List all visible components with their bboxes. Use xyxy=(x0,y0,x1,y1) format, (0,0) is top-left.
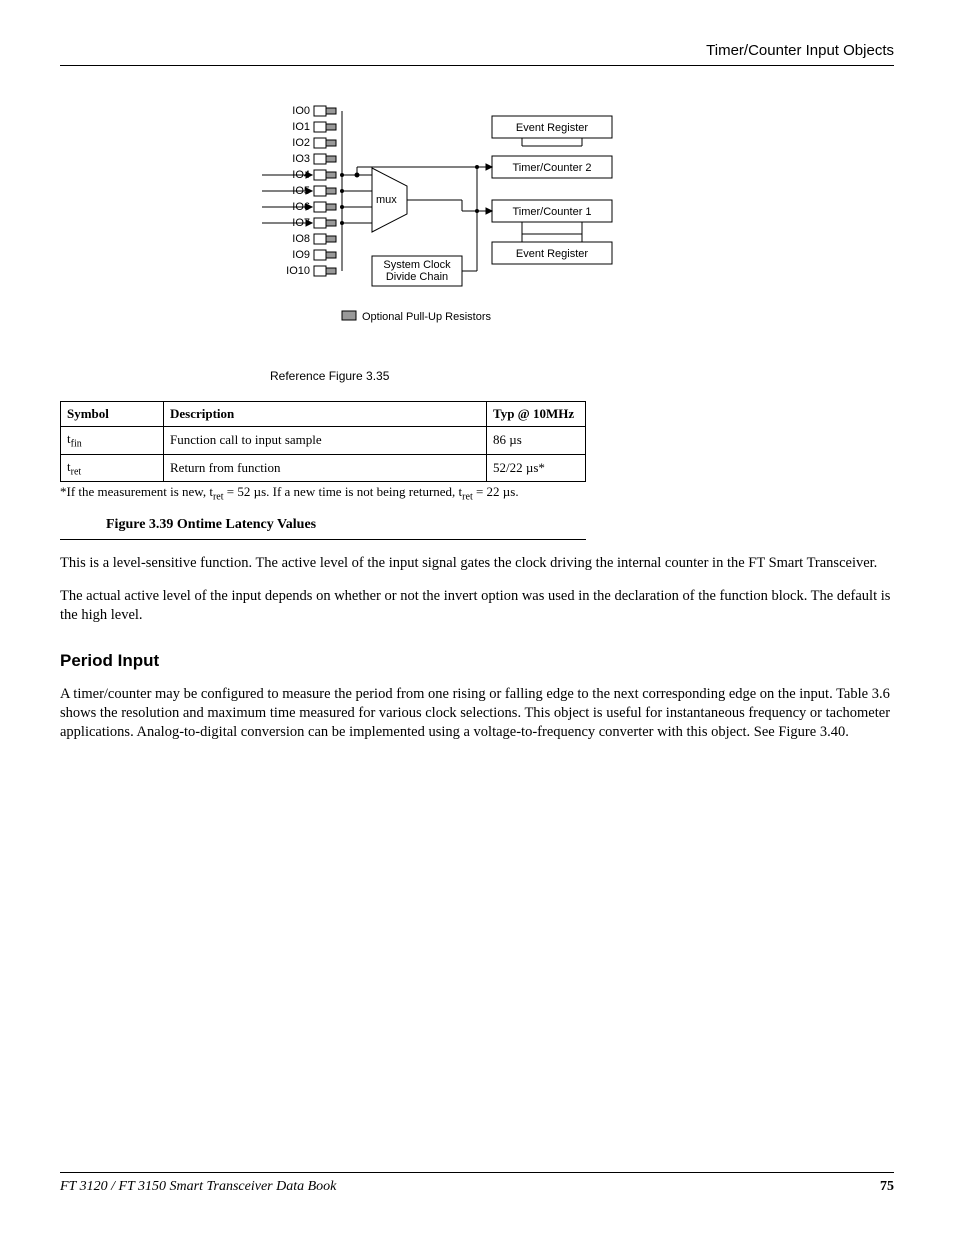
io-label: IO10 xyxy=(286,265,310,277)
cell-typ: 86 µs xyxy=(487,427,586,455)
footnote-sub: ret xyxy=(462,492,473,503)
sym-sub: fin xyxy=(71,439,82,450)
block-label: Timer/Counter 2 xyxy=(512,162,591,174)
io-label: IO0 xyxy=(292,105,310,117)
body-paragraph: A timer/counter may be configured to mea… xyxy=(60,685,894,742)
table-row: tfin Function call to input sample 86 µs xyxy=(61,427,586,455)
table-footnote: *If the measurement is new, tret = 52 µs… xyxy=(60,484,894,503)
block-label: Event Register xyxy=(516,248,588,260)
table-row: tret Return from function 52/22 µs* xyxy=(61,454,586,482)
footnote-sub: ret xyxy=(213,492,224,503)
legend-label: Optional Pull-Up Resistors xyxy=(362,311,491,323)
header-rule xyxy=(60,65,894,66)
body-paragraph: This is a level-sensitive function. The … xyxy=(60,554,894,573)
figure-caption: Figure 3.39 Ontime Latency Values xyxy=(106,517,894,533)
clock-label-line2: Divide Chain xyxy=(386,271,448,283)
footer-page-number: 75 xyxy=(880,1179,894,1195)
footnote-text: = 52 µs. If a new time is not being retu… xyxy=(224,484,463,499)
sym-sub: ret xyxy=(71,466,82,477)
footnote-text: = 22 µs. xyxy=(473,484,519,499)
th-symbol: Symbol xyxy=(61,402,164,427)
cell-typ: 52/22 µs* xyxy=(487,454,586,482)
block-label: Event Register xyxy=(516,122,588,134)
footnote-text: *If the measurement is new, t xyxy=(60,484,213,499)
io-label: IO1 xyxy=(292,121,310,133)
page-footer: FT 3120 / FT 3150 Smart Transceiver Data… xyxy=(60,1172,894,1195)
footer-book-title: FT 3120 / FT 3150 Smart Transceiver Data… xyxy=(60,1179,336,1195)
cell-desc: Function call to input sample xyxy=(164,427,487,455)
clock-label-line1: System Clock xyxy=(383,259,451,271)
io-label: IO8 xyxy=(292,233,310,245)
io-label: IO2 xyxy=(292,137,310,149)
footer-rule xyxy=(60,1172,894,1173)
body-paragraph: The actual active level of the input dep… xyxy=(60,587,894,625)
cell-desc: Return from function xyxy=(164,454,487,482)
mux-label: mux xyxy=(376,194,397,206)
th-desc: Description xyxy=(164,402,487,427)
page-header-title: Timer/Counter Input Objects xyxy=(60,42,894,59)
block-diagram: IO0 IO1 IO2 IO3 IO4 IO5 IO6 xyxy=(60,96,894,351)
right-blocks: Event Register Timer/Counter 2 Timer/Cou… xyxy=(492,116,612,264)
io-label: IO9 xyxy=(292,249,310,261)
diagram-caption: Reference Figure 3.35 xyxy=(270,369,894,383)
caption-rule xyxy=(60,539,586,540)
legend-swatch xyxy=(342,311,356,320)
io-label: IO3 xyxy=(292,153,310,165)
th-typ: Typ @ 10MHz xyxy=(487,402,586,427)
section-heading: Period Input xyxy=(60,651,894,671)
block-label: Timer/Counter 1 xyxy=(512,206,591,218)
timing-table: Symbol Description Typ @ 10MHz tfin Func… xyxy=(60,401,586,482)
